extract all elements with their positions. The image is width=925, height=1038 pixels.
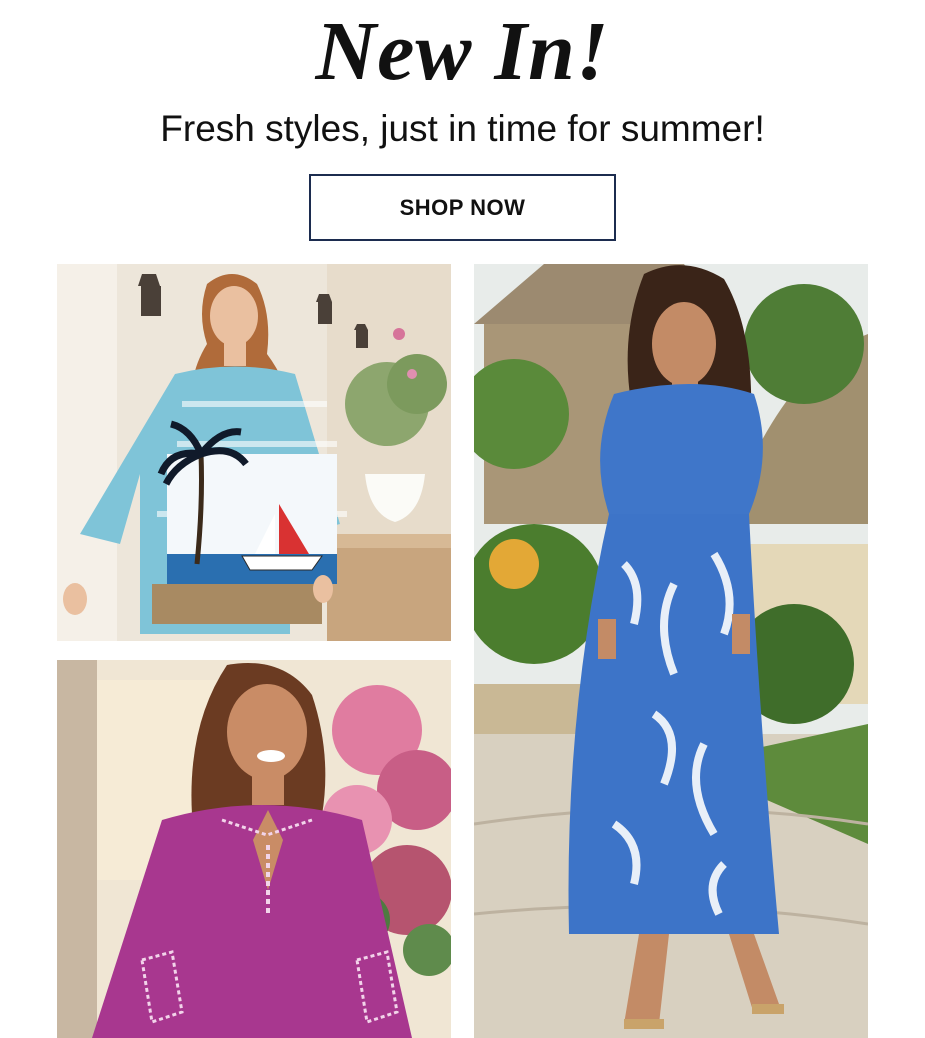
product-photo-floral-maxi-dress[interactable] [474,264,868,1038]
product-photo-embroidered-tunic[interactable] [57,660,451,1038]
floral-maxi-dress-image [474,264,868,1038]
shop-now-button[interactable]: SHOP NOW [309,174,616,241]
page-subtitle: Fresh styles, just in time for summer! [160,108,765,149]
product-photo-palm-tree-top[interactable] [57,264,451,641]
embroidered-tunic-image [57,660,451,1038]
palm-tree-top-image [57,264,451,641]
page-title: New In! [315,5,610,98]
